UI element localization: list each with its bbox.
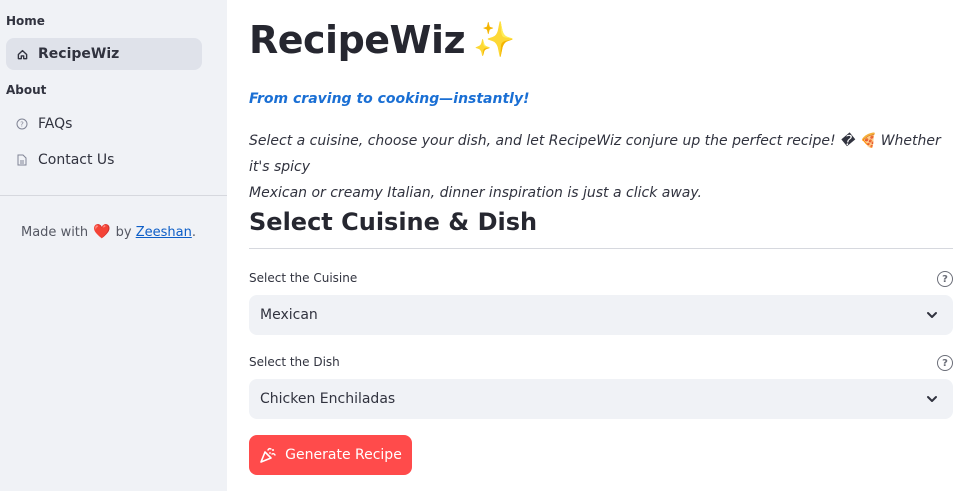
dish-select-value: Chicken Enchiladas — [260, 391, 396, 407]
sidebar-item-recipewiz[interactable]: RecipeWiz — [6, 38, 202, 70]
cuisine-select-value: Mexican — [260, 307, 318, 323]
author-link[interactable]: Zeeshan — [136, 225, 192, 240]
intro-line-2: Mexican or creamy Italian, dinner inspir… — [249, 185, 703, 201]
sidebar-item-faqs[interactable]: ? FAQs — [6, 108, 202, 140]
dish-label: Select the Dish — [249, 355, 340, 369]
party-popper-icon — [260, 447, 276, 463]
main-content: RecipeWiz ✨ From craving to cooking—inst… — [249, 0, 953, 491]
page-title-text: RecipeWiz — [249, 18, 466, 62]
made-with-text: Made with — [21, 224, 89, 240]
generate-recipe-label: Generate Recipe — [285, 447, 402, 463]
cuisine-select[interactable]: Mexican — [249, 295, 953, 335]
sparkles-icon: ✨ — [473, 20, 515, 60]
tagline: From craving to cooking—instantly! — [249, 91, 530, 107]
footer-period: . — [191, 224, 196, 240]
sidebar-section-home: Home — [6, 14, 45, 28]
generate-recipe-button[interactable]: Generate Recipe — [249, 435, 412, 475]
dish-select[interactable]: Chicken Enchiladas — [249, 379, 953, 419]
chevron-down-icon — [927, 312, 937, 318]
sidebar-item-contact-us[interactable]: Contact Us — [6, 144, 202, 176]
document-icon — [16, 154, 28, 166]
sidebar-divider — [0, 195, 227, 196]
sidebar-item-label: FAQs — [38, 116, 73, 132]
page-title: RecipeWiz ✨ — [249, 18, 515, 62]
home-icon — [16, 48, 28, 60]
sidebar-item-label: Contact Us — [38, 152, 115, 168]
made-with-footer: Made with ❤️ by Zeeshan. — [21, 224, 196, 240]
by-text: by — [115, 224, 132, 240]
heart-icon: ❤️ — [93, 224, 111, 240]
sidebar: Home RecipeWiz About ? FAQs Contact Us M… — [0, 0, 227, 491]
sidebar-item-label: RecipeWiz — [38, 46, 120, 62]
cuisine-label: Select the Cuisine — [249, 271, 358, 285]
chevron-down-icon — [927, 396, 937, 402]
intro-line-1: Select a cuisine, choose your dish, and … — [249, 133, 941, 175]
intro-paragraph: Select a cuisine, choose your dish, and … — [249, 128, 953, 206]
section-heading: Select Cuisine & Dish — [249, 208, 538, 236]
dish-help-icon[interactable]: ? — [937, 355, 953, 371]
cuisine-help-icon[interactable]: ? — [937, 271, 953, 287]
svg-text:?: ? — [20, 121, 24, 129]
help-circle-icon: ? — [16, 118, 28, 130]
section-divider — [249, 248, 953, 249]
sidebar-section-about: About — [6, 83, 47, 97]
